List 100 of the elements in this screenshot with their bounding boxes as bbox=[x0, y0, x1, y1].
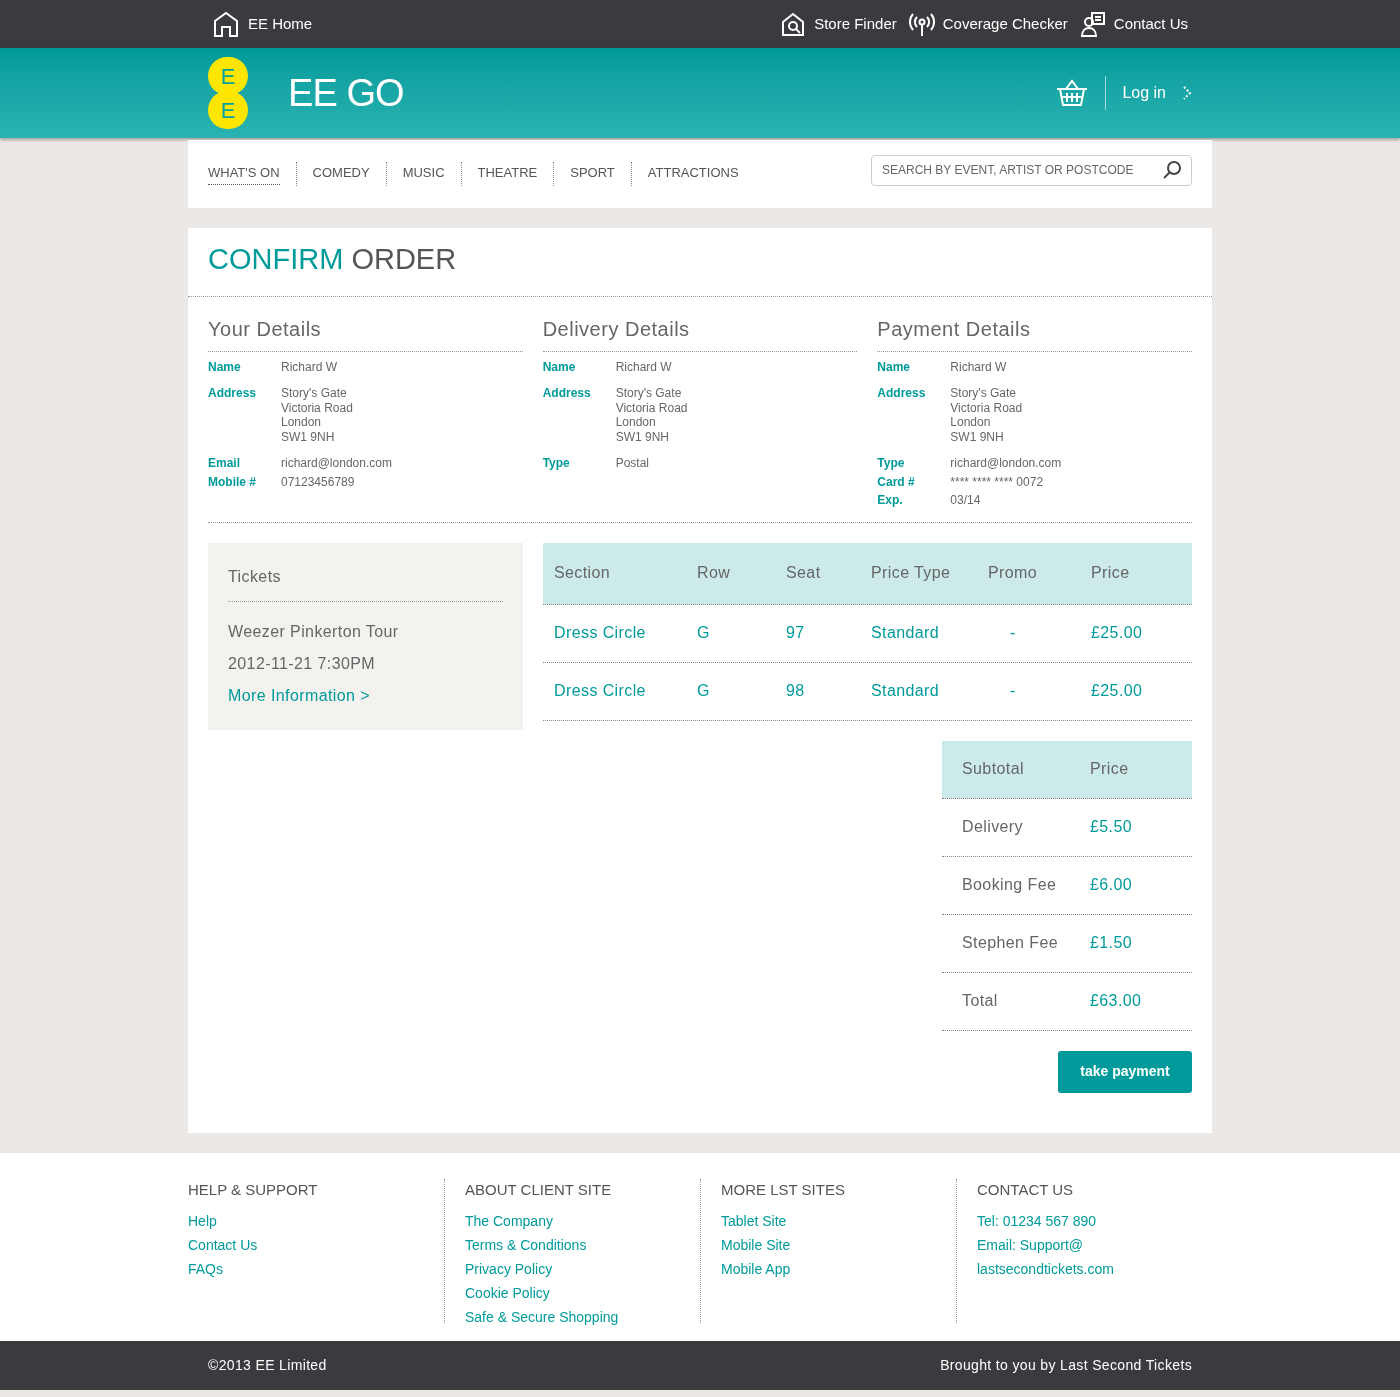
table-cell-text: G bbox=[697, 623, 711, 643]
panel-heading: Tickets bbox=[228, 564, 503, 602]
footer-link[interactable]: The Company bbox=[465, 1209, 700, 1233]
credit-text: Brought to you by Last Second Tickets bbox=[940, 1355, 1192, 1375]
field-value: Postal bbox=[615, 456, 649, 471]
field-label: Address bbox=[208, 386, 258, 402]
search-icon bbox=[1161, 158, 1183, 181]
field-value: Story's Gate bbox=[950, 386, 1017, 401]
field-value: Richard W bbox=[615, 359, 672, 374]
field-value: 07123456789 bbox=[281, 474, 355, 489]
footer-link[interactable]: Help bbox=[188, 1209, 444, 1233]
nav-tab[interactable]: MUSIC bbox=[402, 163, 445, 185]
field-label: Mobile # bbox=[208, 474, 257, 489]
footer-link[interactable]: Tablet Site bbox=[721, 1209, 956, 1233]
footer-link[interactable]: Contact Us bbox=[188, 1233, 444, 1257]
summary-label: Stephen Fee bbox=[962, 933, 1060, 953]
column-header: Subtotal bbox=[962, 759, 1025, 779]
summary-value: £63.00 bbox=[1090, 991, 1143, 1011]
event-date: 2012-11-21 7:30PM bbox=[228, 653, 377, 674]
brand-name: EE GO bbox=[288, 70, 404, 116]
summary-label: Total bbox=[962, 991, 999, 1011]
table-cell-text: Standard bbox=[871, 681, 941, 701]
column-header: Seat bbox=[786, 563, 822, 583]
field-label: Type bbox=[542, 456, 571, 471]
field-value: Richard W bbox=[281, 359, 337, 374]
field-label: Type bbox=[877, 456, 906, 471]
footer-link[interactable]: Terms & Conditions bbox=[465, 1233, 700, 1257]
take-payment-button[interactable]: take payment bbox=[1058, 1050, 1192, 1093]
field-value: Victoria Road bbox=[281, 400, 353, 415]
table-cell-text: - bbox=[1009, 623, 1017, 643]
summary-label: Delivery bbox=[962, 817, 1024, 837]
footer-link[interactable]: Mobile App bbox=[721, 1257, 956, 1281]
footer-heading: CONTACT US bbox=[977, 1179, 1075, 1200]
summary-value: £1.50 bbox=[1090, 933, 1134, 953]
field-value: London bbox=[281, 415, 323, 430]
field-label: Exp. bbox=[877, 493, 904, 508]
chevron-icon bbox=[1182, 85, 1192, 101]
footer-heading: ABOUT CLIENT SITE bbox=[465, 1179, 613, 1200]
column-header: Promo bbox=[988, 563, 1039, 583]
summary-value: £6.00 bbox=[1090, 875, 1134, 895]
column-header: Price bbox=[1090, 759, 1130, 779]
table-cell-text: £25.00 bbox=[1091, 681, 1144, 701]
logo: E E bbox=[208, 57, 248, 129]
nav-tab[interactable]: COMEDY bbox=[312, 163, 370, 185]
page-title: CONFIRM ORDER bbox=[188, 228, 1212, 297]
section-heading: Delivery Details bbox=[542, 316, 858, 352]
table-cell-text: Standard bbox=[871, 623, 941, 643]
field-value: Story's Gate bbox=[281, 386, 348, 401]
column-header: Price bbox=[1091, 563, 1131, 583]
footer-link[interactable]: Mobile Site bbox=[721, 1233, 956, 1257]
summary-value: £5.50 bbox=[1090, 817, 1134, 837]
search-field[interactable]: SEARCH BY EVENT, ARTIST OR POSTCODE bbox=[871, 154, 1192, 186]
section-heading: Payment Details bbox=[877, 316, 1192, 352]
field-label: Name bbox=[542, 359, 577, 374]
section-heading: Your Details bbox=[208, 316, 523, 352]
field-value: richard@london.com bbox=[950, 456, 1062, 471]
table-cell-text: - bbox=[1009, 681, 1017, 701]
field-label: Address bbox=[542, 386, 592, 402]
table-cell-text: G bbox=[697, 681, 711, 701]
field-value: SW1 9NH bbox=[281, 429, 336, 444]
login-link[interactable]: Log in bbox=[1122, 81, 1192, 105]
more-info-link[interactable]: More Information > bbox=[228, 683, 503, 708]
footer-link[interactable]: Safe & Secure Shopping bbox=[465, 1305, 700, 1329]
top-link[interactable]: Contact Us bbox=[1079, 11, 1188, 37]
copyright-text: ©2013 EE Limited bbox=[208, 1355, 327, 1375]
table-cell-text: 97 bbox=[786, 623, 806, 643]
footer-link[interactable]: Email: Support@ bbox=[977, 1233, 1212, 1257]
column-header: Section bbox=[554, 563, 612, 583]
footer-link[interactable]: Privacy Policy bbox=[465, 1257, 700, 1281]
footer-heading: HELP & SUPPORT bbox=[188, 1179, 319, 1200]
signal-tower-icon bbox=[908, 11, 935, 37]
store-icon bbox=[780, 11, 807, 37]
field-value: London bbox=[615, 415, 657, 430]
nav-tab[interactable]: ATTRACTIONS bbox=[647, 163, 739, 185]
top-link[interactable]: Store Finder bbox=[780, 11, 897, 37]
home-icon bbox=[212, 10, 240, 38]
footer-link[interactable]: Cookie Policy bbox=[465, 1281, 700, 1305]
table-cell-text: Dress Circle bbox=[554, 623, 647, 643]
field-value: Victoria Road bbox=[950, 400, 1023, 415]
footer-link[interactable]: Tel: 01234 567 890 bbox=[977, 1209, 1212, 1233]
top-link[interactable]: Coverage Checker bbox=[908, 11, 1068, 37]
nav-tab[interactable]: SPORT bbox=[570, 163, 615, 185]
basket-icon bbox=[1055, 78, 1090, 108]
field-label: Email bbox=[208, 456, 241, 471]
nav-tab[interactable]: WHAT'S ON bbox=[208, 163, 280, 185]
contact-card-icon bbox=[1079, 11, 1106, 37]
column-header: Price Type bbox=[871, 563, 952, 583]
footer-link[interactable]: lastsecondtickets.com bbox=[977, 1257, 1212, 1281]
field-value: Richard W bbox=[950, 359, 1007, 374]
table-cell-text: 98 bbox=[786, 681, 806, 701]
field-value: richard@london.com bbox=[281, 456, 392, 471]
field-value: Victoria Road bbox=[615, 400, 688, 415]
field-value: 03/14 bbox=[950, 493, 981, 508]
column-header: Row bbox=[697, 563, 732, 583]
field-label: Address bbox=[877, 386, 927, 402]
footer-link[interactable]: FAQs bbox=[188, 1257, 444, 1281]
field-value: SW1 9NH bbox=[950, 429, 1005, 444]
home-link[interactable]: EE Home bbox=[212, 10, 313, 38]
nav-tab[interactable]: THEATRE bbox=[477, 163, 538, 185]
footer-heading: MORE LST SITES bbox=[721, 1179, 846, 1200]
